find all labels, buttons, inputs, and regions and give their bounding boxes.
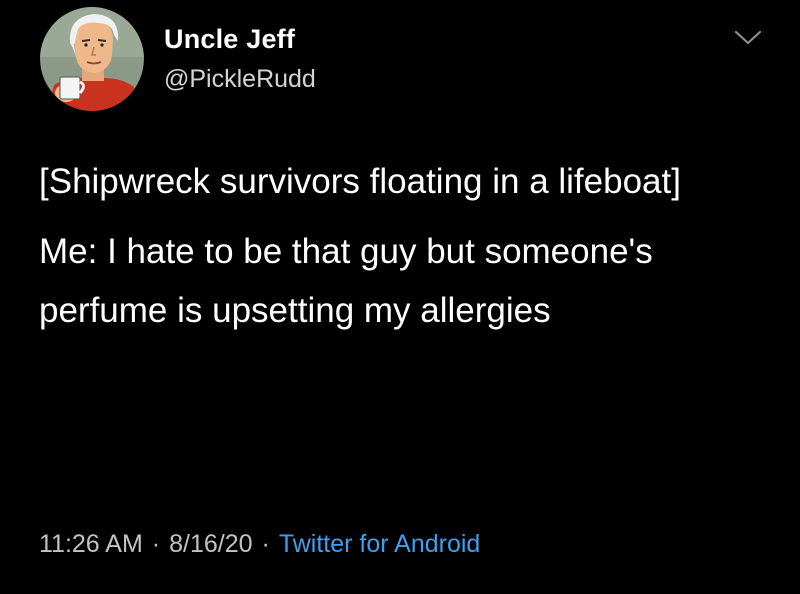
tweet-meta: 11:26 AM · 8/16/20 · Twitter for Android bbox=[39, 530, 480, 559]
tweet-text-paragraph: [Shipwreck survivors floating in a lifeb… bbox=[39, 162, 681, 201]
tweet-card: Uncle Jeff @PickleRudd [Shipwreck surviv… bbox=[0, 0, 800, 594]
tweet-text: [Shipwreck survivors floating in a lifeb… bbox=[39, 152, 759, 340]
cartoon-man-with-mug-avatar-icon bbox=[40, 7, 144, 111]
tweet-time[interactable]: 11:26 AM bbox=[39, 530, 143, 558]
avatar[interactable] bbox=[40, 7, 144, 111]
author-handle[interactable]: @PickleRudd bbox=[164, 65, 316, 94]
meta-separator: · bbox=[151, 530, 161, 558]
author-display-name[interactable]: Uncle Jeff bbox=[164, 24, 295, 55]
tweet-text-paragraph: Me: I hate to be that guy but someone's … bbox=[39, 232, 653, 330]
tweet-menu-button[interactable] bbox=[733, 27, 763, 47]
chevron-down-icon bbox=[734, 30, 762, 45]
tweet-date[interactable]: 8/16/20 bbox=[169, 530, 252, 558]
tweet-source-link[interactable]: Twitter for Android bbox=[279, 530, 480, 558]
meta-separator: · bbox=[261, 530, 270, 558]
